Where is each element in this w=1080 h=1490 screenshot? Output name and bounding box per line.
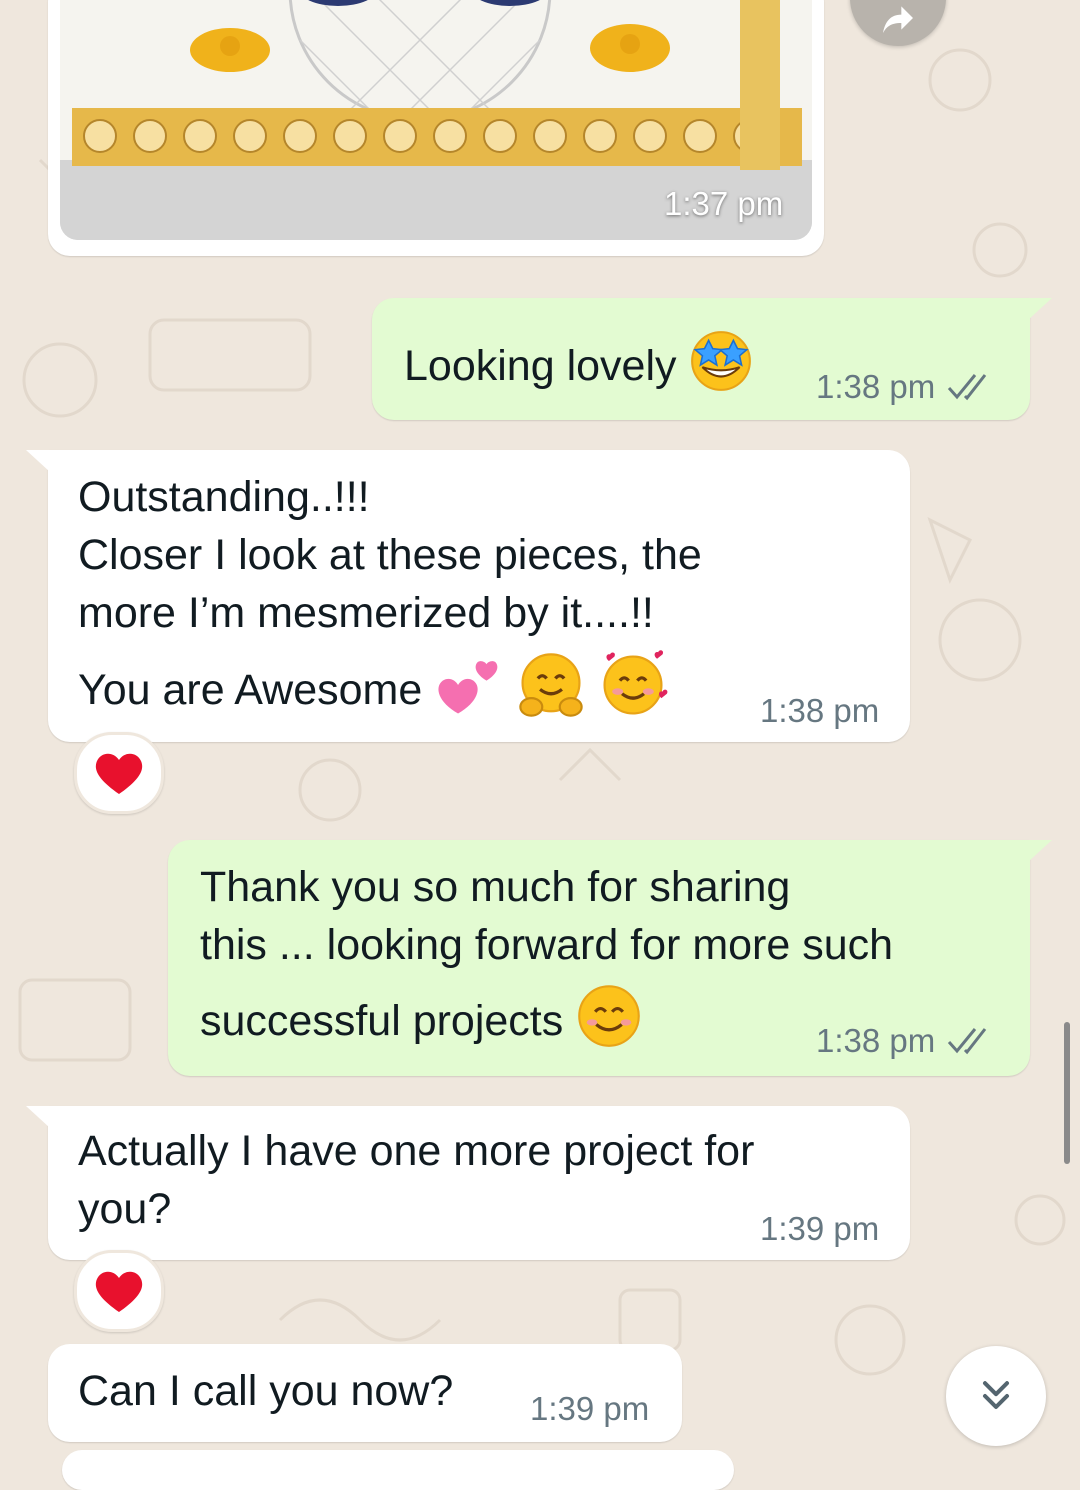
message-time: 1:38 pm [760, 692, 880, 729]
message-time: 1:39 pm [760, 1210, 880, 1247]
message-line: more I’m mesmerized by it....!! [78, 589, 654, 637]
incoming-message-partial[interactable] [62, 1450, 734, 1490]
message-time: 1:38 pm [816, 368, 936, 405]
smiling-face-with-hearts-emoji [598, 650, 668, 735]
image-message[interactable]: 1:37 pm [48, 0, 824, 256]
scroll-to-bottom-button[interactable] [946, 1346, 1046, 1446]
bubble-tail [26, 450, 50, 472]
bubble-tail [1028, 298, 1052, 320]
bubble-tail [26, 1106, 50, 1128]
message-line: this ... looking forward for more such [200, 921, 894, 969]
message-line: Thank you so much for sharing [200, 863, 791, 911]
message-text: Looking lovely [404, 341, 677, 390]
incoming-message[interactable]: Actually I have one more project for you… [48, 1106, 910, 1260]
incoming-message[interactable]: Can I call you now? 1:39 pm [48, 1344, 682, 1442]
smiling-face-emoji [575, 982, 643, 1065]
two-hearts-emoji [434, 650, 504, 735]
message-line: Closer I look at these pieces, the [78, 531, 702, 579]
reaction-badge[interactable] [74, 1250, 164, 1332]
message-time: 1:37 pm [664, 185, 784, 222]
double-chevron-down-icon [982, 1381, 1010, 1410]
hugging-face-emoji [516, 650, 586, 735]
star-struck-emoji [688, 328, 754, 409]
message-line: Outstanding..!!! [78, 473, 370, 521]
double-check-icon [948, 1028, 987, 1055]
message-line: Actually I have one more project for [78, 1127, 755, 1175]
double-check-icon [948, 374, 987, 401]
outgoing-message[interactable]: Looking lovely 1:38 pm [372, 298, 1030, 420]
message-line: successful projects [200, 996, 564, 1045]
outgoing-message[interactable]: Thank you so much for sharing this ... l… [168, 840, 1030, 1076]
share-forward-icon [883, 6, 913, 34]
reaction-badge[interactable] [74, 732, 164, 814]
message-time: 1:38 pm [816, 1022, 936, 1059]
bubble-tail [1028, 840, 1052, 862]
scrollbar-thumb[interactable] [1064, 1022, 1070, 1164]
incoming-message[interactable]: Outstanding..!!! Closer I look at these … [48, 450, 910, 742]
red-heart-icon [95, 753, 143, 794]
message-time: 1:39 pm [530, 1390, 650, 1427]
message-line: You are Awesome [78, 665, 423, 714]
message-line: you? [78, 1185, 172, 1233]
message-text: Can I call you now? [78, 1367, 454, 1415]
red-heart-icon [95, 1271, 143, 1312]
